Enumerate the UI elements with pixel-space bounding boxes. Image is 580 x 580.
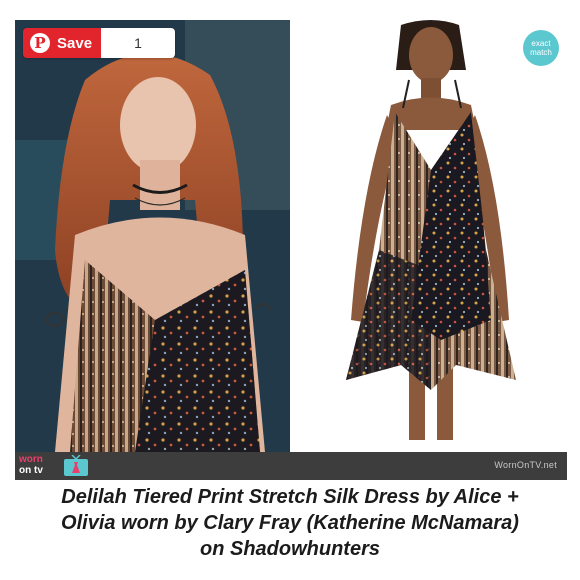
pinterest-p-icon: P	[30, 33, 50, 53]
product-photo: exact match	[291, 20, 567, 452]
actress-photo: P Save 1	[15, 20, 290, 452]
save-count: 1	[101, 28, 175, 58]
logo-word-worn: worn	[19, 454, 43, 465]
caption-line-3: on Shadowhunters	[200, 538, 380, 560]
logo-word-on-tv: on tv	[19, 465, 43, 476]
actress-photo-art	[15, 20, 290, 452]
worn-on-tv-logo[interactable]: worn on tv	[19, 454, 97, 478]
caption-line-1: Delilah Tiered Print Stretch Silk Dress …	[61, 486, 519, 508]
pinterest-save-widget: P Save 1	[23, 28, 175, 58]
product-photo-art	[346, 20, 516, 440]
caption-line-2: Olivia worn by Clary Fray (Katherine McN…	[61, 512, 519, 534]
tv-dress-icon	[64, 455, 88, 476]
exact-match-badge: exact match	[523, 30, 559, 66]
save-label: Save	[57, 34, 93, 52]
caption: Delilah Tiered Print Stretch Silk Dress …	[0, 484, 580, 562]
pinterest-save-button[interactable]: P Save	[23, 28, 101, 58]
product-card: P Save 1 exact match worn on tv WornOnTV…	[15, 20, 567, 480]
footer-url[interactable]: WornOnTV.net	[494, 460, 557, 470]
badge-line1: exact	[531, 39, 551, 48]
footer-bar: worn on tv WornOnTV.net	[15, 452, 567, 480]
badge-line2: match	[530, 48, 552, 57]
